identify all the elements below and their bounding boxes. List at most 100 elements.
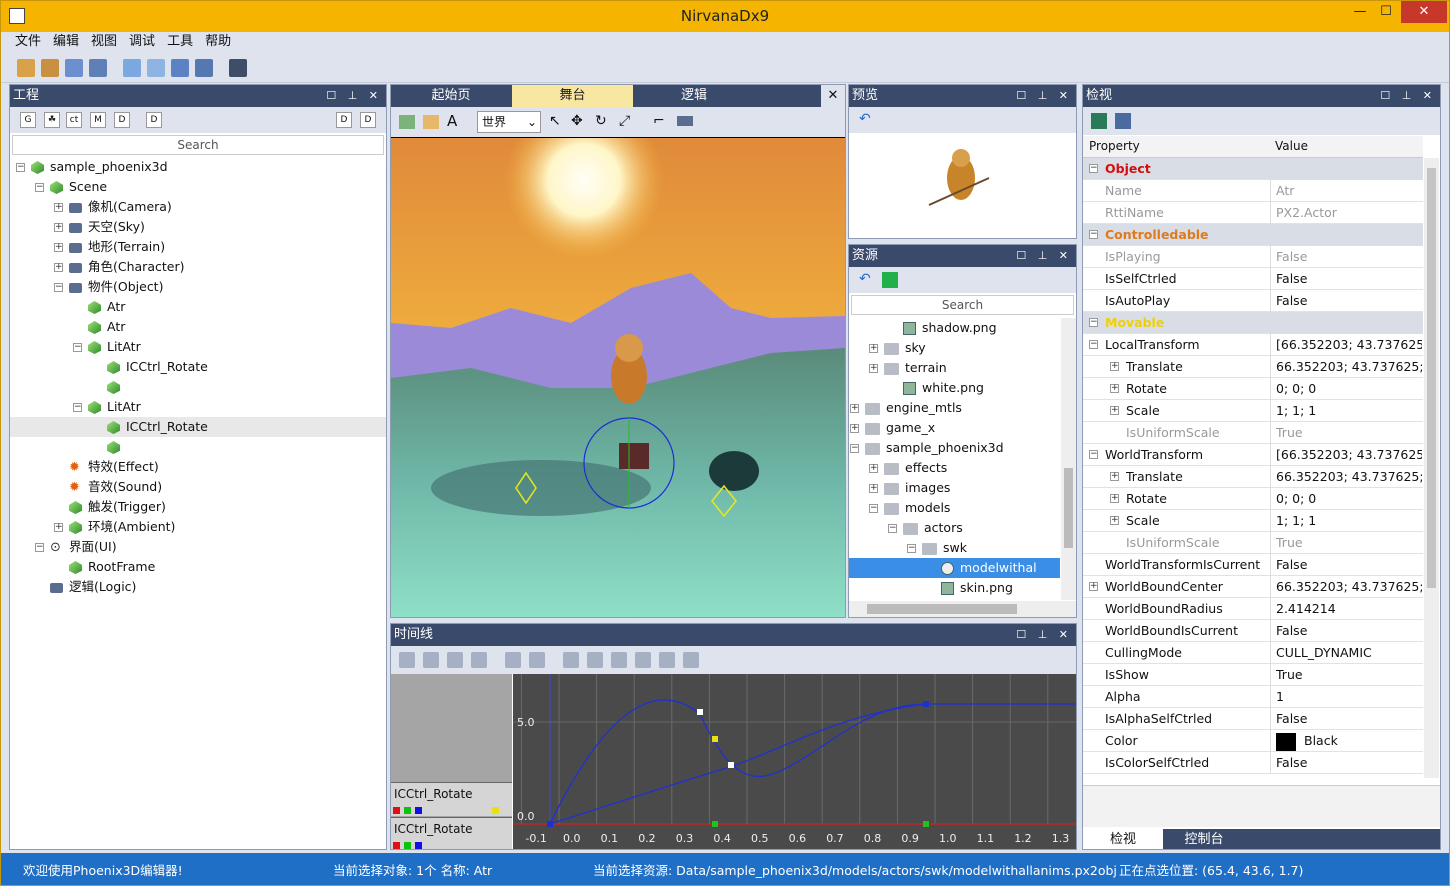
tree-node[interactable]: + 地形(Terrain) — [10, 237, 386, 257]
track-row[interactable]: ICCtrl_Rotate — [391, 817, 512, 849]
tree-node[interactable]: modelwithal — [849, 558, 1060, 578]
timeline-tool-icon[interactable] — [611, 652, 627, 668]
tree-node[interactable]: + 环境(Ambient) — [10, 517, 386, 537]
assets-horizontal-scrollbar[interactable] — [849, 601, 1076, 617]
tab-start-page[interactable]: 起始页 — [391, 85, 511, 107]
property-value[interactable]: PX2.Actor — [1270, 202, 1422, 224]
expand-toggle-icon[interactable]: − — [54, 283, 63, 292]
expand-toggle-icon[interactable]: − — [1089, 450, 1098, 459]
tree-node[interactable]: Atr — [10, 297, 386, 317]
property-value[interactable]: True — [1270, 664, 1422, 686]
property-value[interactable]: 66.352203; 43.737625; 0.7 — [1270, 466, 1422, 488]
menu-edit[interactable]: 编辑 — [47, 32, 85, 51]
menu-debug[interactable]: 调试 — [123, 32, 161, 51]
tree-node[interactable]: ICCtrl_Rotate — [10, 417, 386, 437]
expand-toggle-icon[interactable]: − — [35, 183, 44, 192]
property-row[interactable]: IsColorSelfCtrled False — [1083, 752, 1423, 774]
tree-node[interactable]: 触发(Trigger) — [10, 497, 386, 517]
property-value[interactable]: 1; 1; 1 — [1270, 510, 1422, 532]
panel-window-buttons[interactable]: ☐ ⊥ ✕ — [1016, 85, 1072, 107]
tree-node[interactable]: + 天空(Sky) — [10, 217, 386, 237]
panel-window-buttons[interactable]: ☐ ⊥ ✕ — [1016, 245, 1072, 267]
tree-node[interactable]: − LitAtr — [10, 397, 386, 417]
menu-help[interactable]: 帮助 — [199, 32, 237, 51]
property-value[interactable]: 1; 1; 1 — [1270, 400, 1422, 422]
tree-node[interactable]: skin.png — [849, 578, 1060, 598]
expand-toggle-icon[interactable]: + — [869, 464, 878, 473]
property-category[interactable]: − Object — [1083, 158, 1423, 180]
tree-node[interactable]: − 物件(Object) — [10, 277, 386, 297]
menu-file[interactable]: 文件 — [9, 32, 47, 51]
timeline-tool-icon[interactable] — [505, 652, 521, 668]
property-row[interactable]: RttiName PX2.Actor — [1083, 202, 1423, 224]
viewport-tool-icon[interactable] — [677, 116, 693, 126]
rotate-tool-icon[interactable]: ↻ — [595, 113, 607, 129]
property-row[interactable]: + Scale 1; 1; 1 — [1083, 510, 1423, 532]
expand-toggle-icon[interactable]: − — [35, 543, 44, 552]
property-row[interactable]: CullingMode CULL_DYNAMIC — [1083, 642, 1423, 664]
assets-search-input[interactable]: Search — [851, 295, 1074, 315]
expand-toggle-icon[interactable]: + — [850, 424, 859, 433]
tree-node[interactable]: RootFrame — [10, 557, 386, 577]
property-value[interactable]: Black — [1270, 730, 1422, 752]
track-row[interactable]: ICCtrl_Rotate — [391, 782, 512, 816]
collapse-toggle-icon[interactable]: − — [1089, 230, 1098, 239]
panel-window-buttons[interactable]: ☐ ⊥ ✕ — [326, 85, 382, 107]
tab-inspector[interactable]: 检视 — [1083, 829, 1163, 849]
project-filter-button[interactable]: M — [90, 112, 106, 128]
property-value[interactable]: [66.352203; 43.737625; 0. — [1270, 444, 1422, 466]
minimize-button[interactable]: — — [1347, 1, 1373, 23]
project-filter-button[interactable]: G — [20, 112, 36, 128]
project-filter-button[interactable]: D — [336, 112, 352, 128]
property-row[interactable]: + Rotate 0; 0; 0 — [1083, 378, 1423, 400]
property-value[interactable]: False — [1270, 708, 1422, 730]
tree-node[interactable]: + 角色(Character) — [10, 257, 386, 277]
property-row[interactable]: WorldBoundIsCurrent False — [1083, 620, 1423, 642]
timeline-tool-icon[interactable] — [563, 652, 579, 668]
property-row[interactable]: −LocalTransform [66.352203; 43.737625; 0. — [1083, 334, 1423, 356]
tree-node[interactable]: ✹ 音效(Sound) — [10, 477, 386, 497]
timeline-tool-icon[interactable] — [529, 652, 545, 668]
property-row[interactable]: IsShow True — [1083, 664, 1423, 686]
property-row[interactable]: WorldBoundRadius 2.414214 — [1083, 598, 1423, 620]
property-value[interactable]: False — [1270, 554, 1422, 576]
property-value[interactable]: False — [1270, 620, 1422, 642]
tree-node[interactable]: − models — [849, 498, 1060, 518]
expand-toggle-icon[interactable]: − — [73, 403, 82, 412]
property-row[interactable]: WorldTransformIsCurrent False — [1083, 554, 1423, 576]
property-value[interactable]: True — [1270, 422, 1422, 444]
property-row[interactable]: IsPlaying False — [1083, 246, 1423, 268]
property-row[interactable]: + Rotate 0; 0; 0 — [1083, 488, 1423, 510]
scene-viewport[interactable] — [391, 138, 845, 618]
property-row[interactable]: IsSelfCtrled False — [1083, 268, 1423, 290]
lighting-toggle-icon[interactable] — [423, 115, 439, 129]
tree-node[interactable]: + sky — [849, 338, 1060, 358]
property-row[interactable]: −WorldTransform [66.352203; 43.737625; 0. — [1083, 444, 1423, 466]
select-tool-icon[interactable]: ↖ — [549, 113, 561, 129]
expand-toggle-icon[interactable]: + — [54, 523, 63, 532]
project-filter-button[interactable]: ct — [66, 112, 82, 128]
tree-node[interactable]: − ⊙ 界面(UI) — [10, 537, 386, 557]
property-value[interactable]: 2.414214 — [1270, 598, 1422, 620]
property-row[interactable]: IsAlphaSelfCtrled False — [1083, 708, 1423, 730]
assets-vertical-scrollbar[interactable] — [1061, 318, 1076, 600]
stage-close-button[interactable]: ✕ — [821, 85, 845, 107]
expand-toggle-icon[interactable]: − — [850, 444, 859, 453]
new-scene-icon[interactable] — [123, 59, 141, 77]
property-value[interactable]: False — [1270, 268, 1422, 290]
play-icon[interactable] — [229, 59, 247, 77]
tree-node[interactable]: ✹ 特效(Effect) — [10, 457, 386, 477]
panel-window-buttons[interactable]: ☐ ⊥ ✕ — [1016, 624, 1072, 646]
timeline-tool-icon[interactable] — [683, 652, 699, 668]
tree-node[interactable]: − sample_phoenix3d — [10, 157, 386, 177]
property-category[interactable]: − Movable — [1083, 312, 1423, 334]
refresh-icon[interactable]: ↶ — [859, 111, 871, 127]
tree-node[interactable]: shadow.png — [849, 318, 1060, 338]
expand-toggle-icon[interactable]: − — [16, 163, 25, 172]
tab-stage[interactable]: 舞台 — [512, 85, 633, 107]
property-row[interactable]: IsAutoPlay False — [1083, 290, 1423, 312]
tree-node[interactable] — [10, 377, 386, 397]
panel-window-buttons[interactable]: ☐ ⊥ ✕ — [1380, 85, 1436, 107]
tree-node[interactable]: − sample_phoenix3d — [849, 438, 1060, 458]
tree-node[interactable] — [10, 437, 386, 457]
